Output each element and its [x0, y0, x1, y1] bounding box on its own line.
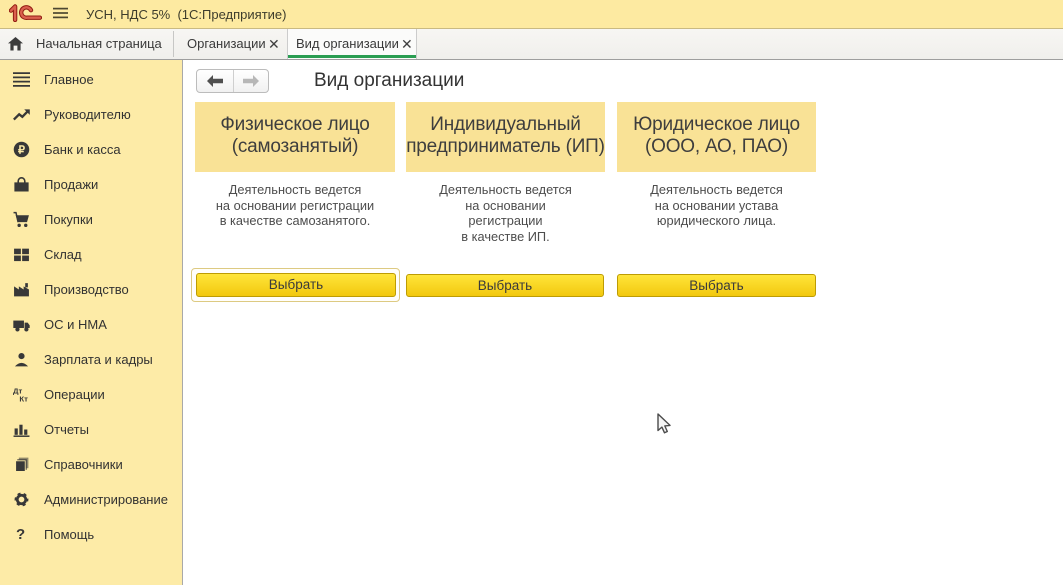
svg-text:Кт: Кт — [19, 395, 28, 403]
svg-text:₽: ₽ — [18, 144, 25, 156]
